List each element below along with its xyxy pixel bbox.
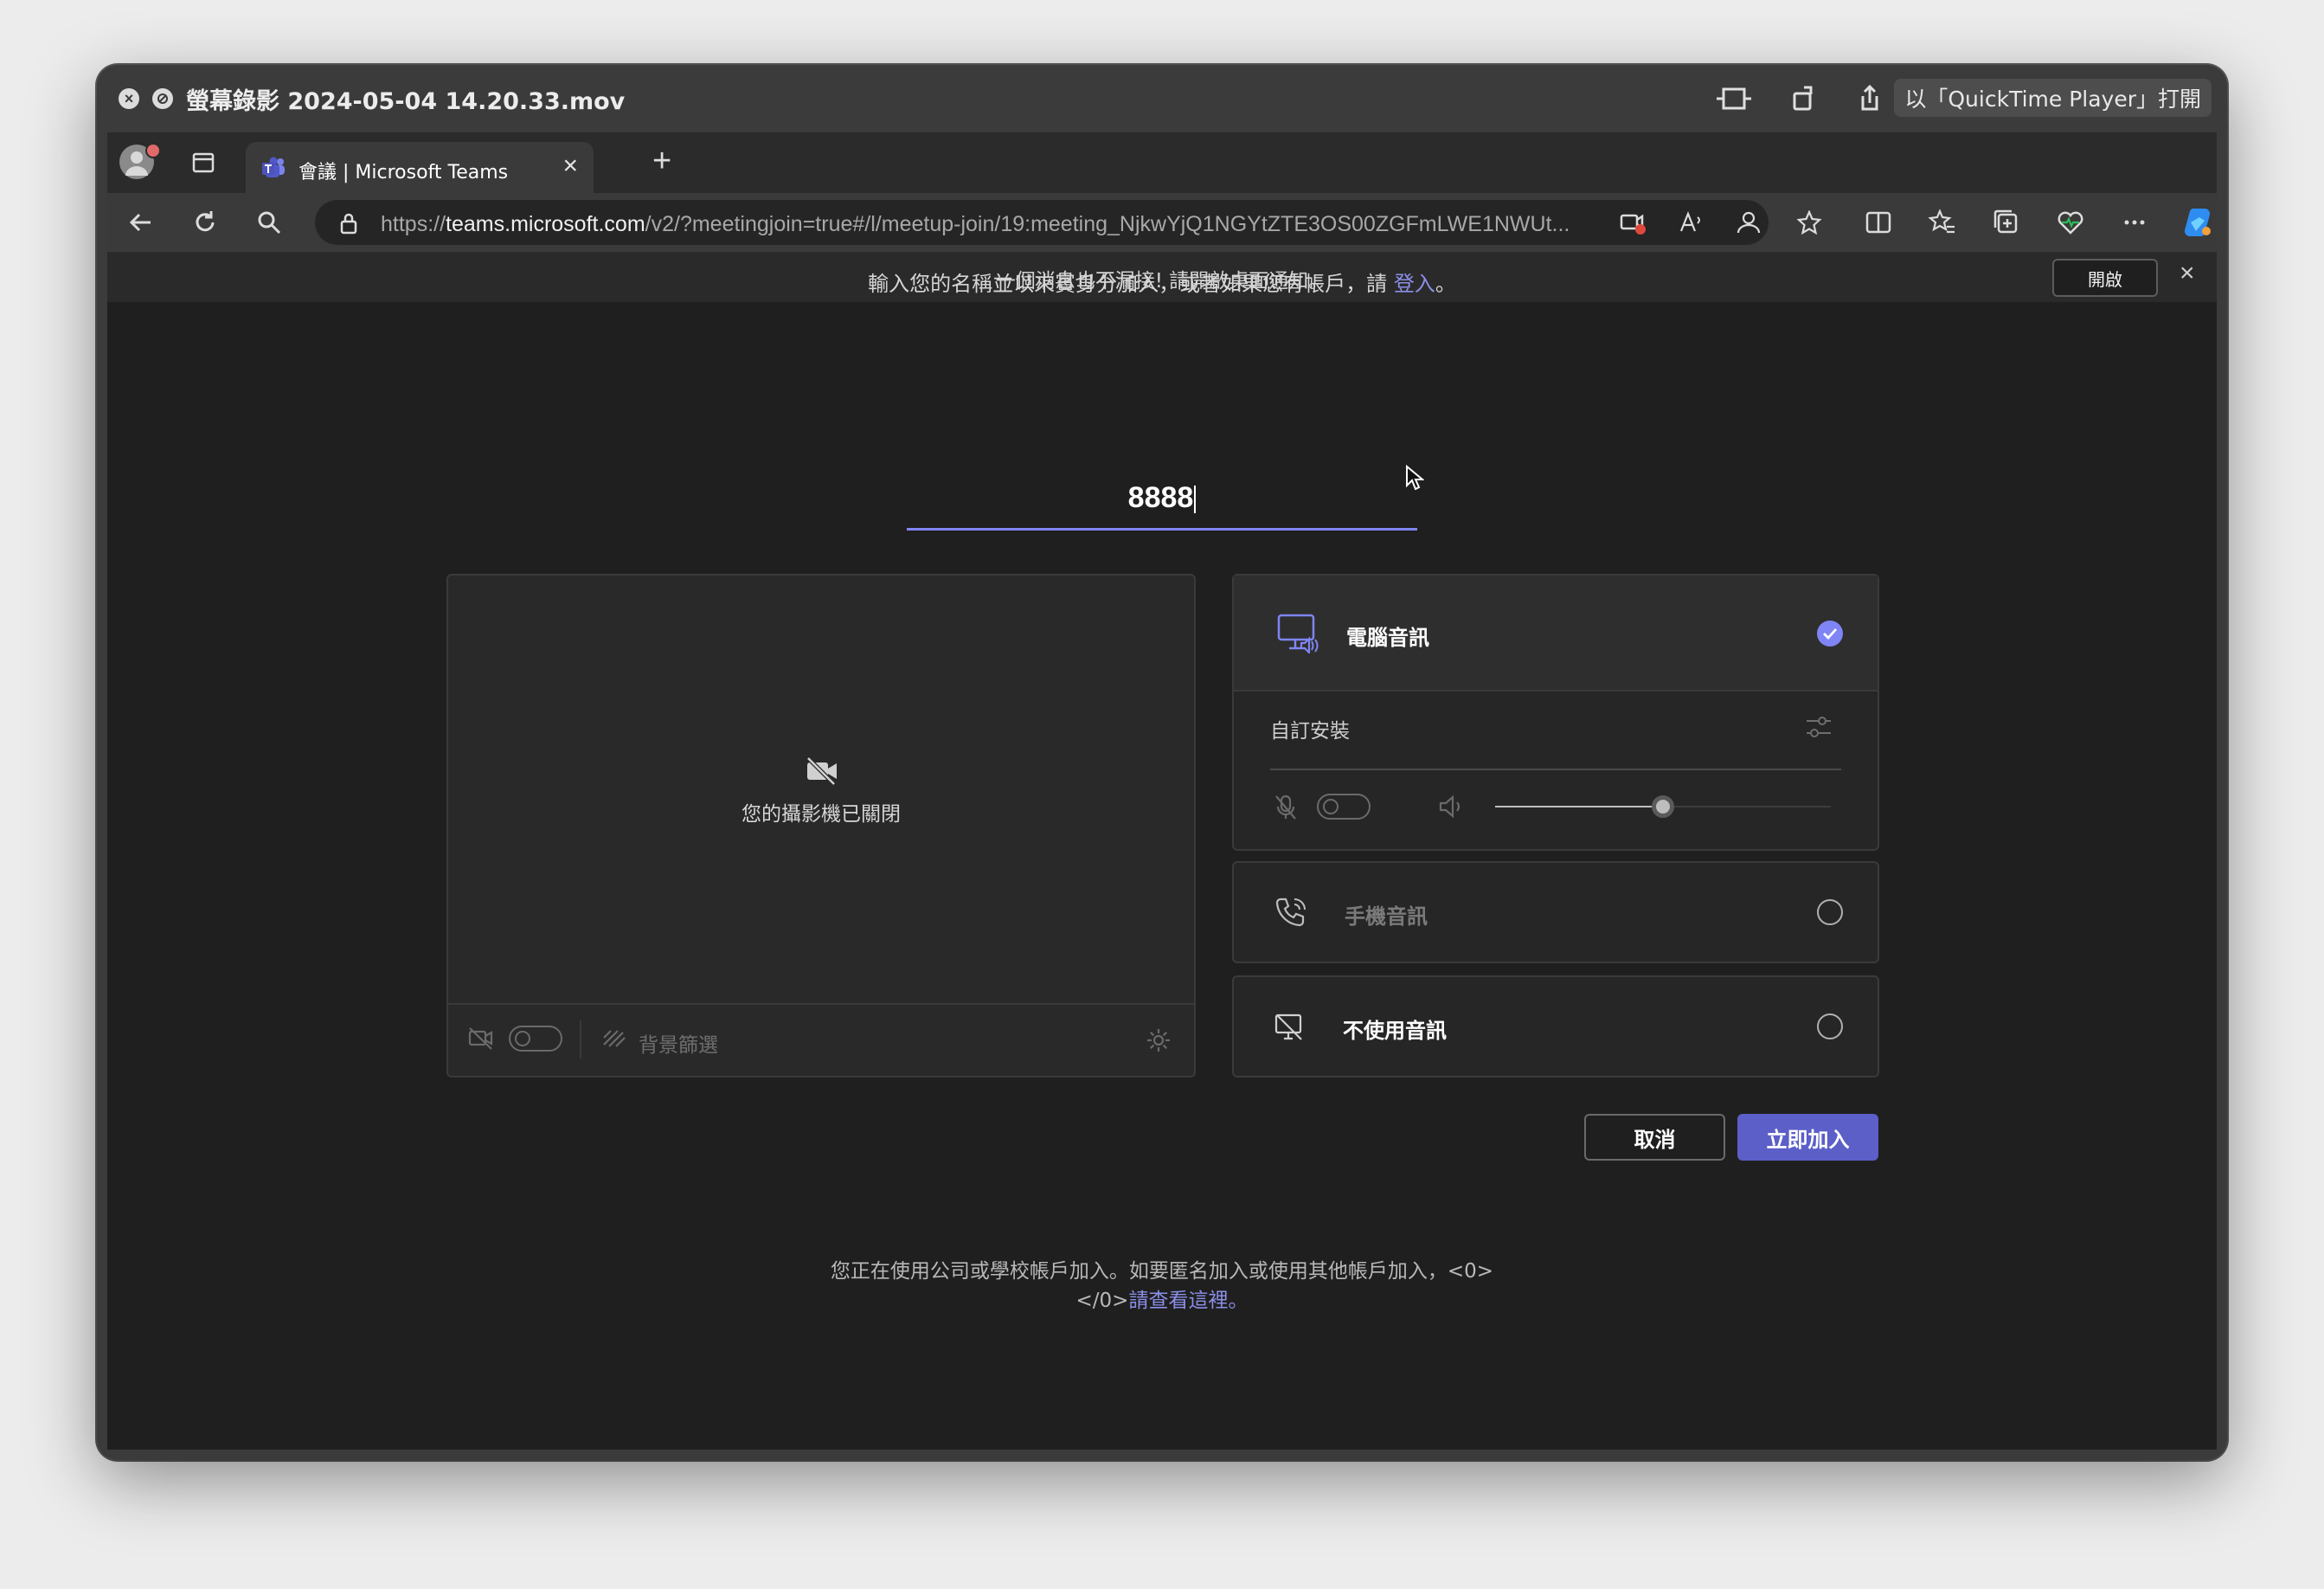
no-audio-option[interactable]: 不使用音訊 xyxy=(1232,975,1879,1078)
see-here-link[interactable]: 請查看這裡。 xyxy=(1128,1290,1248,1312)
tab-strip: 會議 | Microsoft Teams × + xyxy=(107,132,2217,193)
tab-teams-meeting[interactable]: 會議 | Microsoft Teams × xyxy=(246,142,594,193)
no-audio-radio[interactable] xyxy=(1817,1013,1843,1039)
profile-notification-dot xyxy=(145,143,161,158)
video-controls-bar: 背景篩選 xyxy=(448,1003,1194,1076)
no-audio-label: 不使用音訊 xyxy=(1343,1019,1447,1043)
join-prompt-end: 。 xyxy=(1435,272,1456,296)
copilot-icon[interactable] xyxy=(2180,205,2215,240)
computer-audio-label: 電腦音訊 xyxy=(1346,626,1429,650)
open-with-quicktime-button[interactable]: 以「QuickTime Player」打開 xyxy=(1894,79,2212,117)
volume-slider-track[interactable] xyxy=(1495,795,1831,818)
mouse-cursor-icon xyxy=(1406,465,1424,491)
join-prompt: 輸入您的名稱並以來賓身分加入，或者如果您有帳戶，請 登入。 xyxy=(0,267,2324,297)
camera-blocked-icon[interactable] xyxy=(1620,211,1647,235)
audio-divider xyxy=(1270,769,1841,770)
phone-audio-icon xyxy=(1275,897,1306,927)
cancel-button[interactable]: 取消 xyxy=(1584,1114,1725,1161)
url-text[interactable]: https://teams.microsoft.com/v2/?meetingj… xyxy=(381,212,1592,237)
guest-name-input[interactable]: 8888 xyxy=(907,481,1417,531)
tab-title: 會議 | Microsoft Teams xyxy=(299,162,509,183)
edit-icon[interactable] xyxy=(152,88,173,109)
speaker-volume-icon xyxy=(1439,794,1461,819)
computer-audio-option[interactable]: 電腦音訊 xyxy=(1234,576,1878,692)
split-screen-icon[interactable] xyxy=(1864,208,1893,237)
audio-settings-sliders-icon[interactable] xyxy=(1805,714,1833,740)
account-footer-note: 您正在使用公司或學校帳戶加入。如要匿名加入或使用其他帳戶加入，<0> </0>請… xyxy=(0,1257,2324,1316)
footer-line-2: </0>請查看這裡。 xyxy=(0,1286,2324,1316)
video-preview: 您的攝影機已關閉 背景篩選 xyxy=(446,574,1196,1078)
new-tab-icon[interactable]: + xyxy=(652,145,671,177)
phone-audio-label: 手機音訊 xyxy=(1345,904,1428,929)
toolbar-divider xyxy=(580,1020,581,1058)
join-now-button[interactable]: 立即加入 xyxy=(1737,1114,1878,1161)
close-window-icon[interactable]: × xyxy=(119,88,139,109)
guest-name-value: 8888 xyxy=(1127,481,1194,514)
phone-audio-radio[interactable] xyxy=(1817,899,1843,925)
browser-toolbar: https://teams.microsoft.com/v2/?meetingj… xyxy=(107,193,2217,252)
camera-off-text: 您的攝影機已關閉 xyxy=(741,803,901,826)
join-prompt-text: 輸入您的名稱並以來賓身分加入，或者如果您有帳戶，請 xyxy=(868,272,1394,296)
teams-logo-icon xyxy=(262,157,285,177)
guest-profile-icon[interactable] xyxy=(1736,210,1762,235)
computer-audio-selected-icon[interactable] xyxy=(1817,621,1843,647)
volume-slider-handle[interactable] xyxy=(1652,795,1674,818)
camera-toggle-icon xyxy=(468,1027,493,1050)
camera-off-icon xyxy=(806,756,837,786)
tab-close-icon[interactable]: × xyxy=(562,153,578,179)
signin-link[interactable]: 登入 xyxy=(1394,272,1435,296)
back-icon[interactable] xyxy=(126,208,156,237)
custom-setup-label: 自訂安裝 xyxy=(1270,720,1350,743)
background-effects-icon xyxy=(603,1030,626,1047)
rotate-icon[interactable] xyxy=(1788,84,1818,113)
quicktime-title: 螢幕錄影 2024-05-04 14.20.33.mov xyxy=(186,88,626,115)
no-audio-icon xyxy=(1274,1013,1302,1040)
favorites-icon[interactable] xyxy=(1928,208,1957,237)
computer-audio-panel: 電腦音訊 自訂安裝 xyxy=(1232,574,1879,851)
trim-icon[interactable] xyxy=(1715,84,1753,113)
search-icon[interactable] xyxy=(254,208,284,237)
read-aloud-icon[interactable] xyxy=(1679,210,1704,235)
volume-slider-fill xyxy=(1495,806,1663,807)
mic-off-icon xyxy=(1275,794,1296,820)
mic-toggle[interactable] xyxy=(1317,794,1371,820)
footer-line-2-prefix: </0> xyxy=(1075,1290,1129,1312)
share-icon[interactable] xyxy=(1855,84,1884,113)
computer-audio-icon xyxy=(1277,614,1319,653)
tab-actions-icon[interactable] xyxy=(192,151,215,174)
quicktime-titlebar: × 螢幕錄影 2024-05-04 14.20.33.mov 以「QuickTi… xyxy=(97,65,2227,132)
refresh-icon[interactable] xyxy=(190,208,220,237)
background-filter-label[interactable]: 背景篩選 xyxy=(639,1028,718,1058)
camera-toggle[interactable] xyxy=(509,1026,562,1052)
footer-line-1: 您正在使用公司或學校帳戶加入。如要匿名加入或使用其他帳戶加入，<0> xyxy=(830,1260,1494,1283)
more-options-icon[interactable] xyxy=(2120,208,2149,237)
phone-audio-option[interactable]: 手機音訊 xyxy=(1232,861,1879,963)
video-settings-gear-icon[interactable] xyxy=(1146,1027,1172,1053)
collections-icon[interactable] xyxy=(1992,208,2021,237)
favorite-star-icon[interactable] xyxy=(1796,210,1822,235)
lock-icon[interactable] xyxy=(339,212,358,235)
address-bar[interactable]: https://teams.microsoft.com/v2/?meetingj… xyxy=(315,200,1822,245)
browser-essentials-icon[interactable] xyxy=(2056,208,2085,237)
